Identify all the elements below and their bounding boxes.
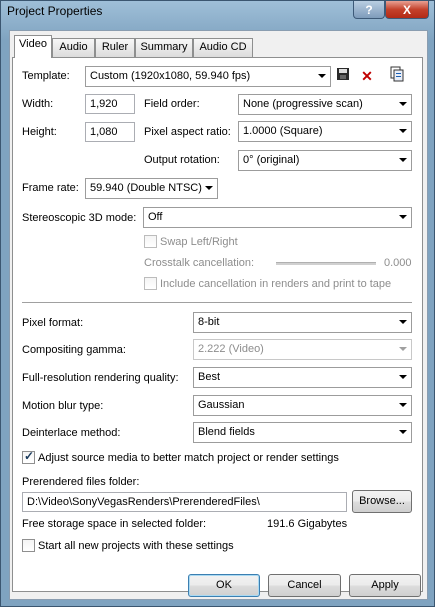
output-rotation-dropdown[interactable]: 0° (original) xyxy=(238,150,412,171)
stereo-3d-dropdown[interactable]: Off xyxy=(143,207,412,228)
chevron-down-icon xyxy=(399,403,407,407)
title-bar[interactable]: Project Properties ? X xyxy=(1,1,434,25)
dialog-body: Video Audio Ruler Summary Audio CD Templ… xyxy=(9,30,428,600)
tab-ruler[interactable]: Ruler xyxy=(95,38,135,57)
render-quality-label: Full-resolution rendering quality: xyxy=(22,372,179,384)
motion-blur-dropdown[interactable]: Gaussian xyxy=(193,395,412,416)
stereo-3d-value: Off xyxy=(148,211,163,223)
compositing-gamma-label: Compositing gamma: xyxy=(22,344,126,356)
tab-video[interactable]: Video xyxy=(14,35,52,58)
save-icon[interactable] xyxy=(334,67,352,85)
crosstalk-slider[interactable] xyxy=(276,262,376,265)
pixel-format-value: 8-bit xyxy=(198,316,220,328)
apply-button[interactable]: Apply xyxy=(349,574,421,597)
frame-rate-value: 59.940 (Double NTSC) xyxy=(90,182,202,194)
video-tab-panel: Template: Custom (1920x1080, 59.940 fps)… xyxy=(12,57,423,592)
width-label: Width: xyxy=(22,98,54,110)
chevron-down-icon xyxy=(399,102,407,106)
chevron-down-icon xyxy=(205,186,213,190)
frame-rate-label: Frame rate: xyxy=(22,182,79,194)
tab-audio[interactable]: Audio xyxy=(52,38,95,57)
chevron-down-icon xyxy=(399,158,407,162)
include-cancellation-checkbox[interactable] xyxy=(144,277,157,290)
template-dropdown[interactable]: Custom (1920x1080, 59.940 fps) xyxy=(85,66,331,87)
chevron-down-icon xyxy=(399,320,407,324)
close-button[interactable]: X xyxy=(385,1,429,19)
crosstalk-label: Crosstalk cancellation: xyxy=(144,257,255,269)
help-button[interactable]: ? xyxy=(353,1,385,19)
chevron-down-icon xyxy=(399,375,407,379)
field-order-value: None (progressive scan) xyxy=(243,98,363,110)
stereo-3d-label: Stereoscopic 3D mode: xyxy=(22,212,137,224)
field-order-label: Field order: xyxy=(144,98,200,110)
browse-button[interactable]: Browse... xyxy=(352,490,412,513)
checkmark-icon: ✓ xyxy=(24,449,35,463)
compositing-gamma-dropdown[interactable]: 2.222 (Video) xyxy=(193,339,412,360)
ok-button[interactable]: OK xyxy=(188,574,260,597)
swap-left-right-checkbox[interactable] xyxy=(144,235,157,248)
motion-blur-label: Motion blur type: xyxy=(22,400,104,412)
template-value: Custom (1920x1080, 59.940 fps) xyxy=(90,70,251,82)
chevron-down-icon xyxy=(399,430,407,434)
output-rotation-label: Output rotation: xyxy=(144,154,220,166)
field-order-dropdown[interactable]: None (progressive scan) xyxy=(238,94,412,115)
match-media-icon[interactable] xyxy=(388,66,406,84)
window-title: Project Properties xyxy=(7,4,103,18)
start-all-projects-label: Start all new projects with these settin… xyxy=(38,540,234,552)
tab-audio-cd[interactable]: Audio CD xyxy=(193,38,253,57)
deinterlace-label: Deinterlace method: xyxy=(22,427,121,439)
project-properties-window: Project Properties ? X Video Audio Ruler… xyxy=(0,0,435,607)
pixel-format-label: Pixel format: xyxy=(22,317,84,329)
start-all-projects-checkbox[interactable] xyxy=(22,539,35,552)
adjust-source-checkbox[interactable]: ✓ xyxy=(22,449,35,464)
pixel-format-dropdown[interactable]: 8-bit xyxy=(193,312,412,333)
delete-icon[interactable]: ✕ xyxy=(358,67,376,85)
output-rotation-value: 0° (original) xyxy=(243,154,300,166)
chevron-down-icon xyxy=(318,74,326,78)
deinterlace-dropdown[interactable]: Blend fields xyxy=(193,422,412,443)
pixel-aspect-dropdown[interactable]: 1.0000 (Square) xyxy=(238,121,412,142)
pixel-aspect-value: 1.0000 (Square) xyxy=(243,125,323,137)
height-label: Height: xyxy=(22,126,57,138)
motion-blur-value: Gaussian xyxy=(198,399,245,411)
include-cancellation-label: Include cancellation in renders and prin… xyxy=(160,278,392,290)
cancel-button[interactable]: Cancel xyxy=(268,574,341,597)
height-input[interactable]: 1,080 xyxy=(85,122,135,142)
render-quality-value: Best xyxy=(198,371,221,383)
compositing-gamma-value: 2.222 (Video) xyxy=(198,343,264,355)
pixel-aspect-label: Pixel aspect ratio: xyxy=(144,126,231,138)
chevron-down-icon xyxy=(399,347,407,351)
section-divider xyxy=(22,302,412,304)
chevron-down-icon xyxy=(399,215,407,219)
chevron-down-icon xyxy=(399,129,407,133)
crosstalk-value: 0.000 xyxy=(384,257,412,269)
width-input[interactable]: 1,920 xyxy=(85,94,135,114)
adjust-source-label: Adjust source media to better match proj… xyxy=(38,452,339,464)
deinterlace-value: Blend fields xyxy=(198,426,255,438)
free-storage-value: 191.6 Gigabytes xyxy=(267,518,348,530)
swap-left-right-label: Swap Left/Right xyxy=(160,236,238,248)
frame-rate-dropdown[interactable]: 59.940 (Double NTSC) xyxy=(85,178,218,199)
free-storage-label: Free storage space in selected folder: xyxy=(22,518,207,530)
prerendered-folder-input[interactable]: D:\Video\SonyVegasRenders\PrerenderedFil… xyxy=(22,492,347,512)
tab-summary[interactable]: Summary xyxy=(135,38,193,57)
render-quality-dropdown[interactable]: Best xyxy=(193,367,412,388)
template-label: Template: xyxy=(22,70,70,82)
prerendered-folder-label: Prerendered files folder: xyxy=(22,476,140,488)
